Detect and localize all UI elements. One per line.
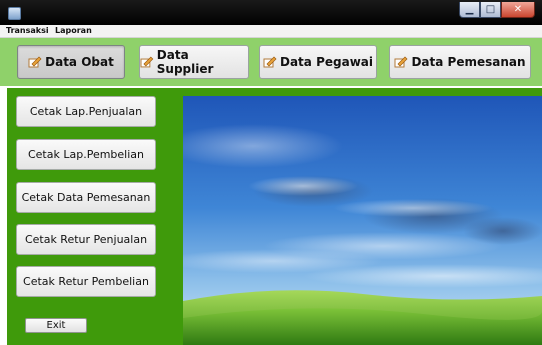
window-controls: ▁ □ ✕: [459, 2, 535, 19]
wallpaper-svg: [183, 96, 542, 345]
cetak-retur-penjualan-label: Cetak Retur Penjualan: [24, 233, 148, 246]
close-button[interactable]: ✕: [501, 2, 535, 18]
sky-meadow-image: [183, 96, 542, 345]
exit-label: Exit: [46, 320, 66, 331]
menu-bar: Transaksi Laporan: [0, 25, 542, 38]
data-obat-label: Data Obat: [45, 55, 114, 69]
cetak-lap-penjualan-label: Cetak Lap.Penjualan: [29, 105, 143, 118]
edit-icon: [140, 56, 154, 68]
window-title-bar[interactable]: ▁ □ ✕: [0, 0, 542, 25]
cetak-data-pemesanan-label: Cetak Data Pemesanan: [21, 191, 151, 204]
maximize-icon: □: [485, 4, 496, 15]
data-pegawai-button[interactable]: Data Pegawai: [259, 45, 377, 79]
cetak-data-pemesanan-button[interactable]: Cetak Data Pemesanan: [16, 182, 156, 213]
minimize-icon: ▁: [465, 4, 474, 15]
data-supplier-label: Data Supplier: [156, 48, 214, 76]
app-icon: [8, 7, 21, 20]
data-supplier-button[interactable]: Data Supplier: [139, 45, 249, 79]
menu-laporan[interactable]: Laporan: [55, 25, 92, 37]
cetak-lap-pembelian-button[interactable]: Cetak Lap.Pembelian: [16, 139, 156, 170]
report-sidebar: Cetak Lap.Penjualan Cetak Lap.Pembelian …: [7, 88, 177, 345]
cetak-lap-pembelian-label: Cetak Lap.Pembelian: [27, 148, 144, 161]
cetak-retur-penjualan-button[interactable]: Cetak Retur Penjualan: [16, 224, 156, 255]
data-pemesanan-label: Data Pemesanan: [411, 55, 526, 69]
edit-icon: [263, 56, 277, 68]
exit-button[interactable]: Exit: [25, 318, 87, 333]
data-pemesanan-button[interactable]: Data Pemesanan: [389, 45, 531, 79]
menu-transaksi[interactable]: Transaksi: [6, 25, 49, 37]
data-obat-button[interactable]: Data Obat: [17, 45, 125, 79]
cetak-lap-penjualan-button[interactable]: Cetak Lap.Penjualan: [16, 96, 156, 127]
edit-icon: [394, 56, 408, 68]
maximize-button[interactable]: □: [480, 2, 501, 18]
cetak-retur-pembelian-label: Cetak Retur Pembelian: [23, 275, 149, 288]
close-icon: ✕: [513, 4, 523, 15]
minimize-button[interactable]: ▁: [459, 2, 480, 18]
edit-icon: [28, 56, 42, 68]
data-pegawai-label: Data Pegawai: [280, 55, 373, 69]
cetak-retur-pembelian-button[interactable]: Cetak Retur Pembelian: [16, 266, 156, 297]
toolbar: Data Obat Data Supplier Data Pegawai Dat…: [0, 38, 542, 86]
